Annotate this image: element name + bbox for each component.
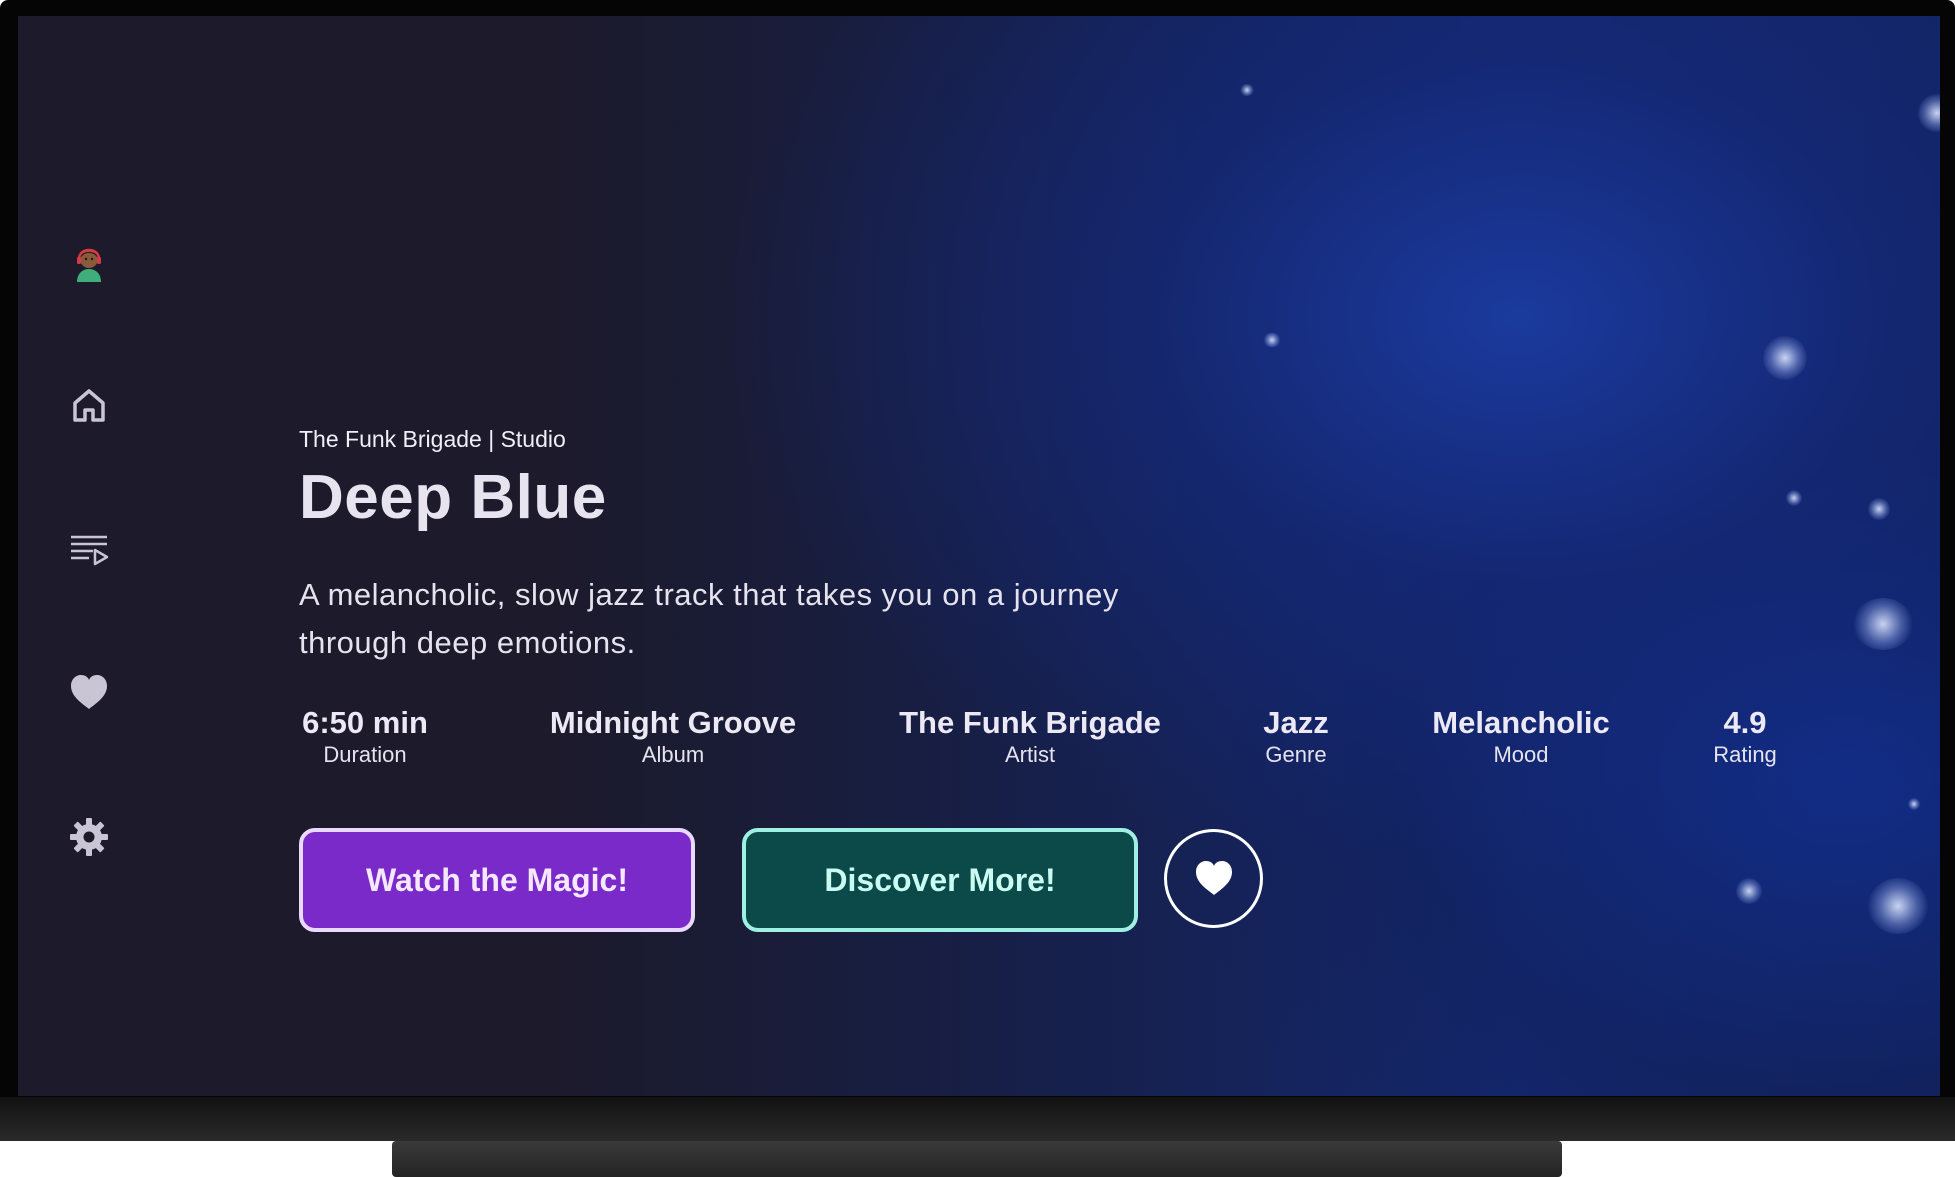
stat-artist: The Funk Brigade Artist [899, 703, 1161, 767]
sidebar-item-settings[interactable] [68, 816, 110, 858]
stat-value: 4.9 [1723, 705, 1767, 740]
tv-bezel [0, 1097, 1955, 1141]
stat-value: 6:50 min [302, 705, 428, 740]
tv-screen: The Funk Brigade | Studio Deep Blue A me… [18, 16, 1940, 1096]
sidebar-item-home[interactable] [68, 384, 110, 426]
stat-album: Midnight Groove Album [550, 703, 796, 767]
stat-label: Duration [323, 742, 407, 767]
favorite-button[interactable] [1164, 829, 1263, 928]
track-title: Deep Blue [299, 463, 607, 532]
stat-value: The Funk Brigade [899, 705, 1161, 740]
heart-icon [71, 675, 107, 709]
bubble [1908, 798, 1920, 810]
stat-rating: 4.9 Rating [1713, 703, 1777, 767]
sidebar-item-playlist[interactable] [68, 528, 110, 570]
hero-content: The Funk Brigade | Studio Deep Blue A me… [299, 16, 1799, 1096]
bubble [1868, 878, 1928, 934]
stat-genre: Jazz Genre [1263, 703, 1328, 767]
stat-label: Genre [1265, 742, 1327, 767]
watch-button[interactable]: Watch the Magic! [299, 828, 695, 932]
stat-label: Mood [1493, 742, 1549, 767]
track-subtitle: The Funk Brigade | Studio [299, 426, 566, 452]
playlist-icon [71, 535, 109, 566]
tv-stand [392, 1141, 1562, 1177]
gear-icon [70, 818, 108, 856]
stat-value: Midnight Groove [549, 705, 797, 740]
home-icon [73, 389, 105, 422]
stat-label: Artist [1004, 742, 1056, 767]
sidebar [18, 16, 158, 1096]
track-stats: 6:50 min Duration Midnight Groove Album … [299, 703, 1799, 773]
stat-value: Jazz [1263, 705, 1329, 740]
stat-mood: Melancholic Mood [1432, 703, 1609, 767]
stat-value: Melancholic [1432, 705, 1610, 740]
stat-label: Rating [1713, 742, 1777, 767]
heart-icon [1195, 860, 1232, 895]
track-description: A melancholic, slow jazz track that take… [299, 577, 1119, 660]
avatar[interactable] [68, 241, 110, 283]
stat-label: Album [641, 742, 705, 767]
bubble [1868, 498, 1890, 520]
avatar-icon [77, 248, 101, 282]
stat-duration: 6:50 min Duration [302, 703, 428, 767]
bubble [1853, 598, 1913, 650]
sidebar-item-favorites[interactable] [68, 672, 110, 714]
discover-button[interactable]: Discover More! [742, 828, 1138, 932]
